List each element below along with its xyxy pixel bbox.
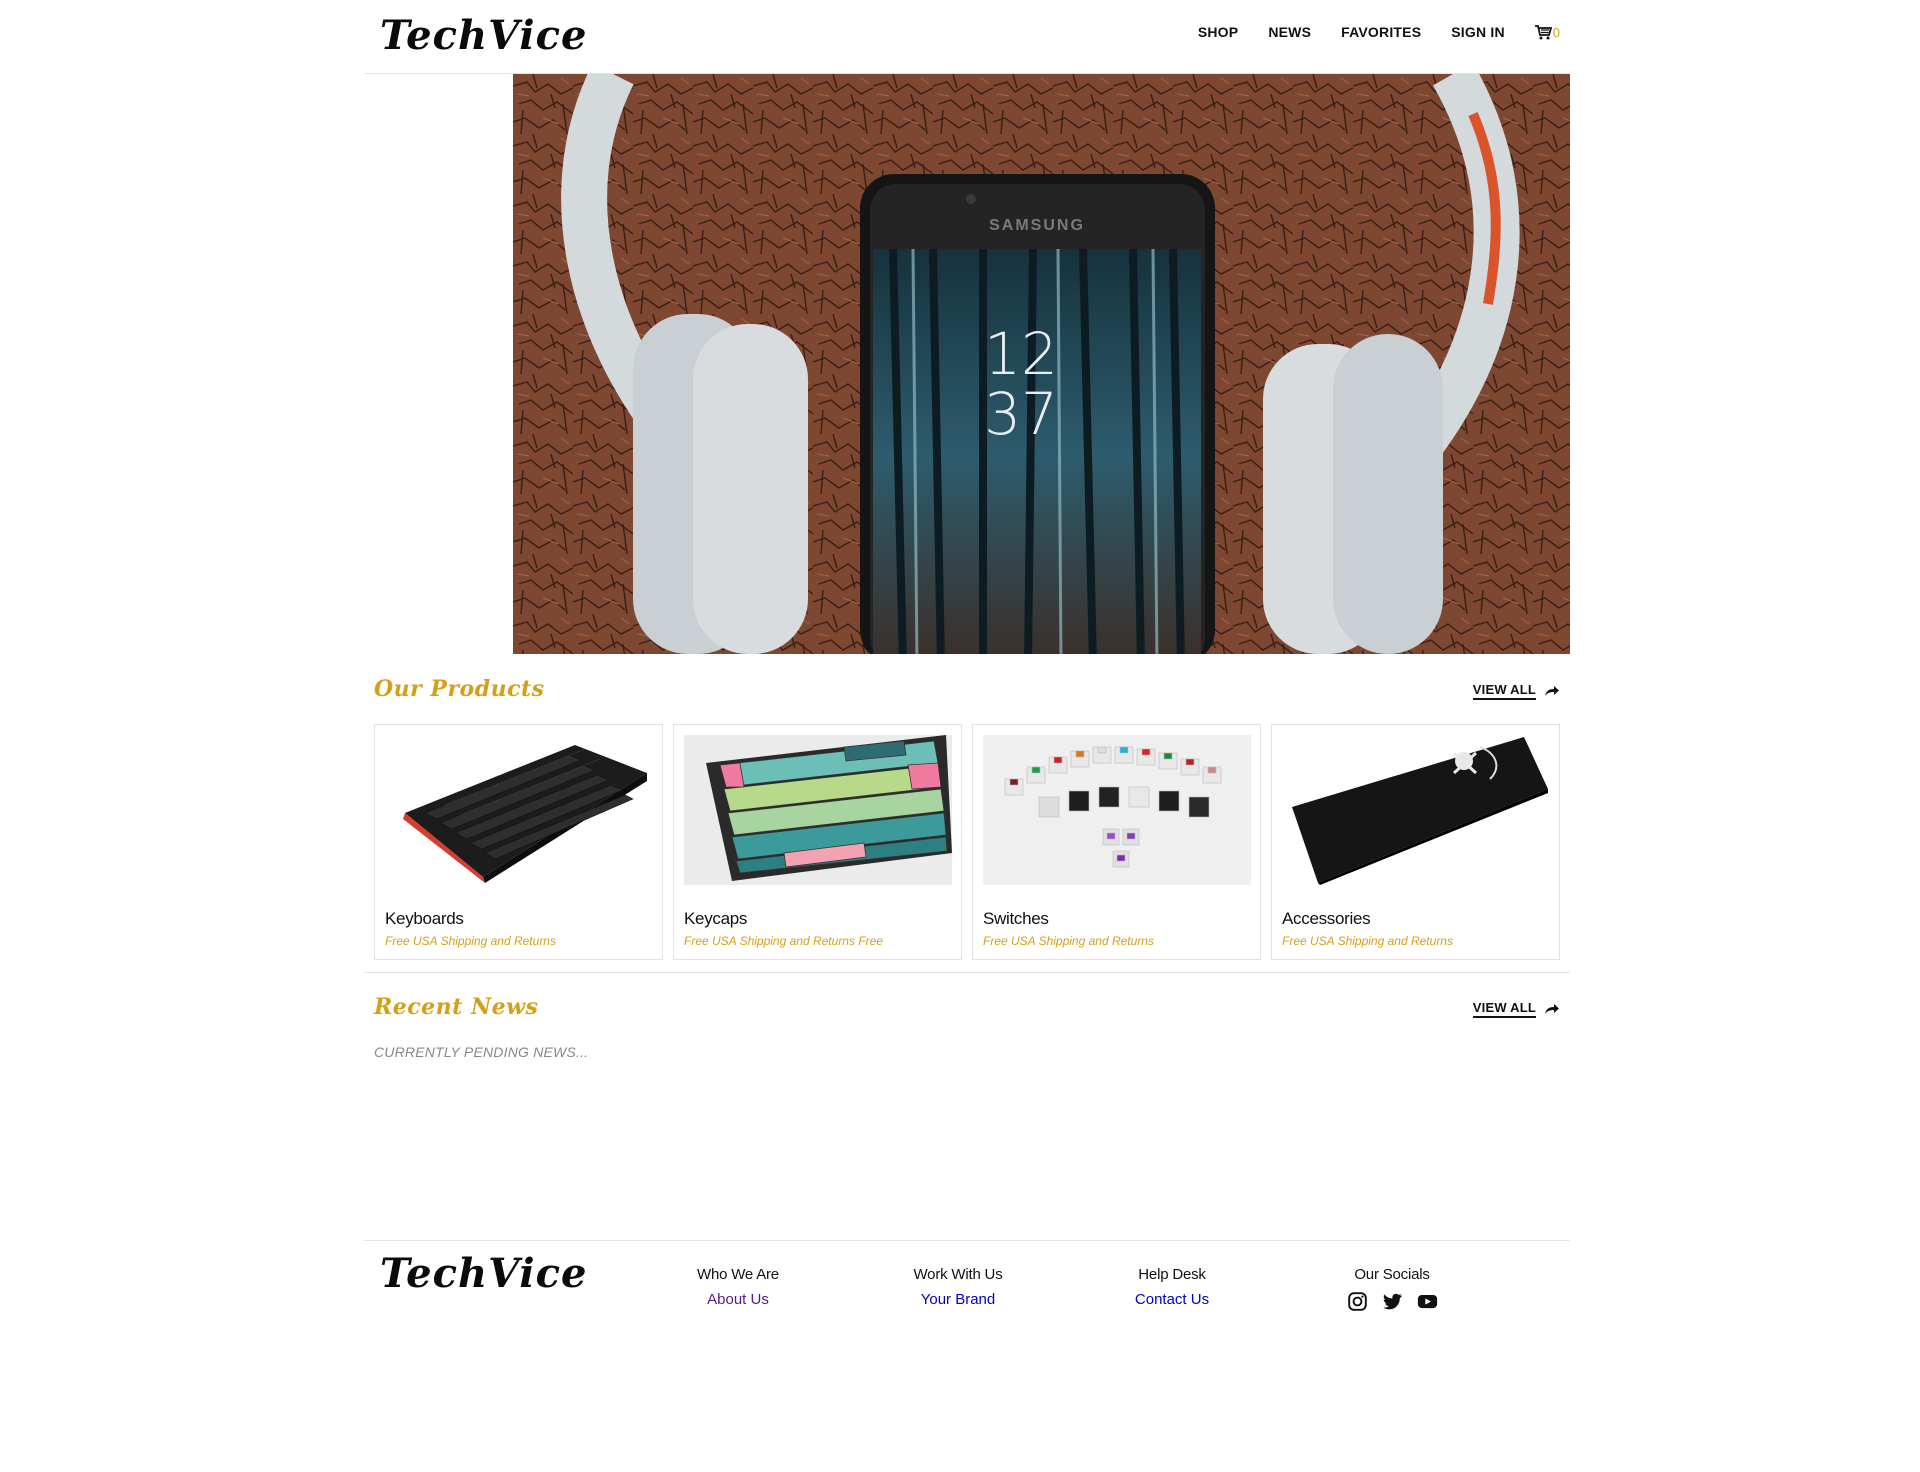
share-arrow-icon: [1545, 686, 1559, 696]
nav-news[interactable]: NEWS: [1268, 24, 1311, 40]
product-card-accessories[interactable]: Accessories Free USA Shipping and Return…: [1271, 724, 1560, 960]
cart-button[interactable]: 0: [1534, 24, 1560, 40]
svg-text:SAMSUNG: SAMSUNG: [989, 217, 1085, 234]
nav-sign-in[interactable]: SIGN IN: [1451, 24, 1505, 40]
news-section: Recent News VIEW ALL CURRENTLY PENDING N…: [364, 978, 1570, 1078]
hero-image: SAMSUNG 12 37: [513, 74, 1570, 654]
main-nav: SHOP NEWS FAVORITES SIGN IN 0: [1168, 24, 1560, 40]
products-view-all-link[interactable]: VIEW ALL: [1472, 682, 1560, 700]
your-brand-link[interactable]: Your Brand: [868, 1291, 1048, 1308]
footer-col-help-desk: Help Desk Contact Us: [1082, 1266, 1262, 1308]
footer-heading: Help Desk: [1138, 1266, 1206, 1283]
product-card-keycaps[interactable]: Keycaps Free USA Shipping and Returns Fr…: [673, 724, 962, 960]
about-us-link[interactable]: About Us: [648, 1291, 828, 1308]
product-subtitle: Free USA Shipping and Returns Free: [684, 934, 883, 948]
product-image: [684, 735, 952, 885]
footer-col-work-with-us: Work With Us Your Brand: [868, 1266, 1048, 1308]
news-pending-text: CURRENTLY PENDING NEWS...: [374, 1044, 589, 1060]
product-name: Accessories: [1282, 909, 1371, 928]
news-view-all-link[interactable]: VIEW ALL: [1472, 1000, 1560, 1018]
site-footer: TechVice Who We Are About Us Work With U…: [364, 1240, 1570, 1360]
social-links: [1302, 1291, 1482, 1312]
footer-heading: Who We Are: [697, 1266, 779, 1283]
share-arrow-icon: [1545, 1004, 1559, 1014]
product-subtitle: Free USA Shipping and Returns: [385, 934, 556, 948]
footer-heading: Our Socials: [1354, 1266, 1430, 1283]
product-subtitle: Free USA Shipping and Returns: [983, 934, 1154, 948]
product-card-keyboards[interactable]: Keyboards Free USA Shipping and Returns: [374, 724, 663, 960]
youtube-icon[interactable]: [1417, 1291, 1438, 1312]
product-name: Switches: [983, 909, 1049, 928]
site-header: TechVice SHOP NEWS FAVORITES SIGN IN 0: [364, 0, 1570, 74]
product-name: Keycaps: [684, 909, 748, 928]
products-title: Our Products: [374, 676, 545, 702]
site-logo[interactable]: TechVice: [380, 12, 587, 59]
footer-col-who-we-are: Who We Are About Us: [648, 1266, 828, 1308]
switches-photo: [983, 735, 1251, 885]
products-header: Our Products VIEW ALL: [364, 660, 1570, 730]
twitter-icon[interactable]: [1382, 1291, 1403, 1312]
keycaps-photo: [684, 735, 952, 885]
product-name: Keyboards: [385, 909, 464, 928]
section-divider: [364, 972, 1570, 973]
nav-favorites[interactable]: FAVORITES: [1341, 24, 1421, 40]
svg-text:12: 12: [984, 320, 1058, 388]
instagram-icon[interactable]: [1347, 1291, 1368, 1312]
news-title: Recent News: [374, 994, 539, 1020]
headphones-and-phone-photo: SAMSUNG 12 37: [513, 74, 1570, 654]
cart-icon: [1534, 24, 1552, 39]
contact-us-link[interactable]: Contact Us: [1082, 1291, 1262, 1308]
product-image: [385, 735, 653, 885]
mousepad-photo: [1282, 735, 1550, 885]
keyboard-photo: [385, 735, 653, 885]
footer-heading: Work With Us: [913, 1266, 1003, 1283]
footer-col-socials: Our Socials: [1302, 1266, 1482, 1312]
view-all-label: VIEW ALL: [1472, 1000, 1536, 1018]
svg-text:37: 37: [984, 380, 1058, 448]
product-subtitle: Free USA Shipping and Returns: [1282, 934, 1453, 948]
cart-count: 0: [1552, 24, 1560, 40]
footer-logo[interactable]: TechVice: [380, 1250, 587, 1297]
view-all-label: VIEW ALL: [1472, 682, 1536, 700]
product-image: [983, 735, 1251, 885]
nav-shop[interactable]: SHOP: [1198, 24, 1238, 40]
product-image: [1282, 735, 1550, 885]
product-card-switches[interactable]: Switches Free USA Shipping and Returns: [972, 724, 1261, 960]
product-grid: Keyboards Free USA Shipping and Returns: [374, 724, 1560, 960]
